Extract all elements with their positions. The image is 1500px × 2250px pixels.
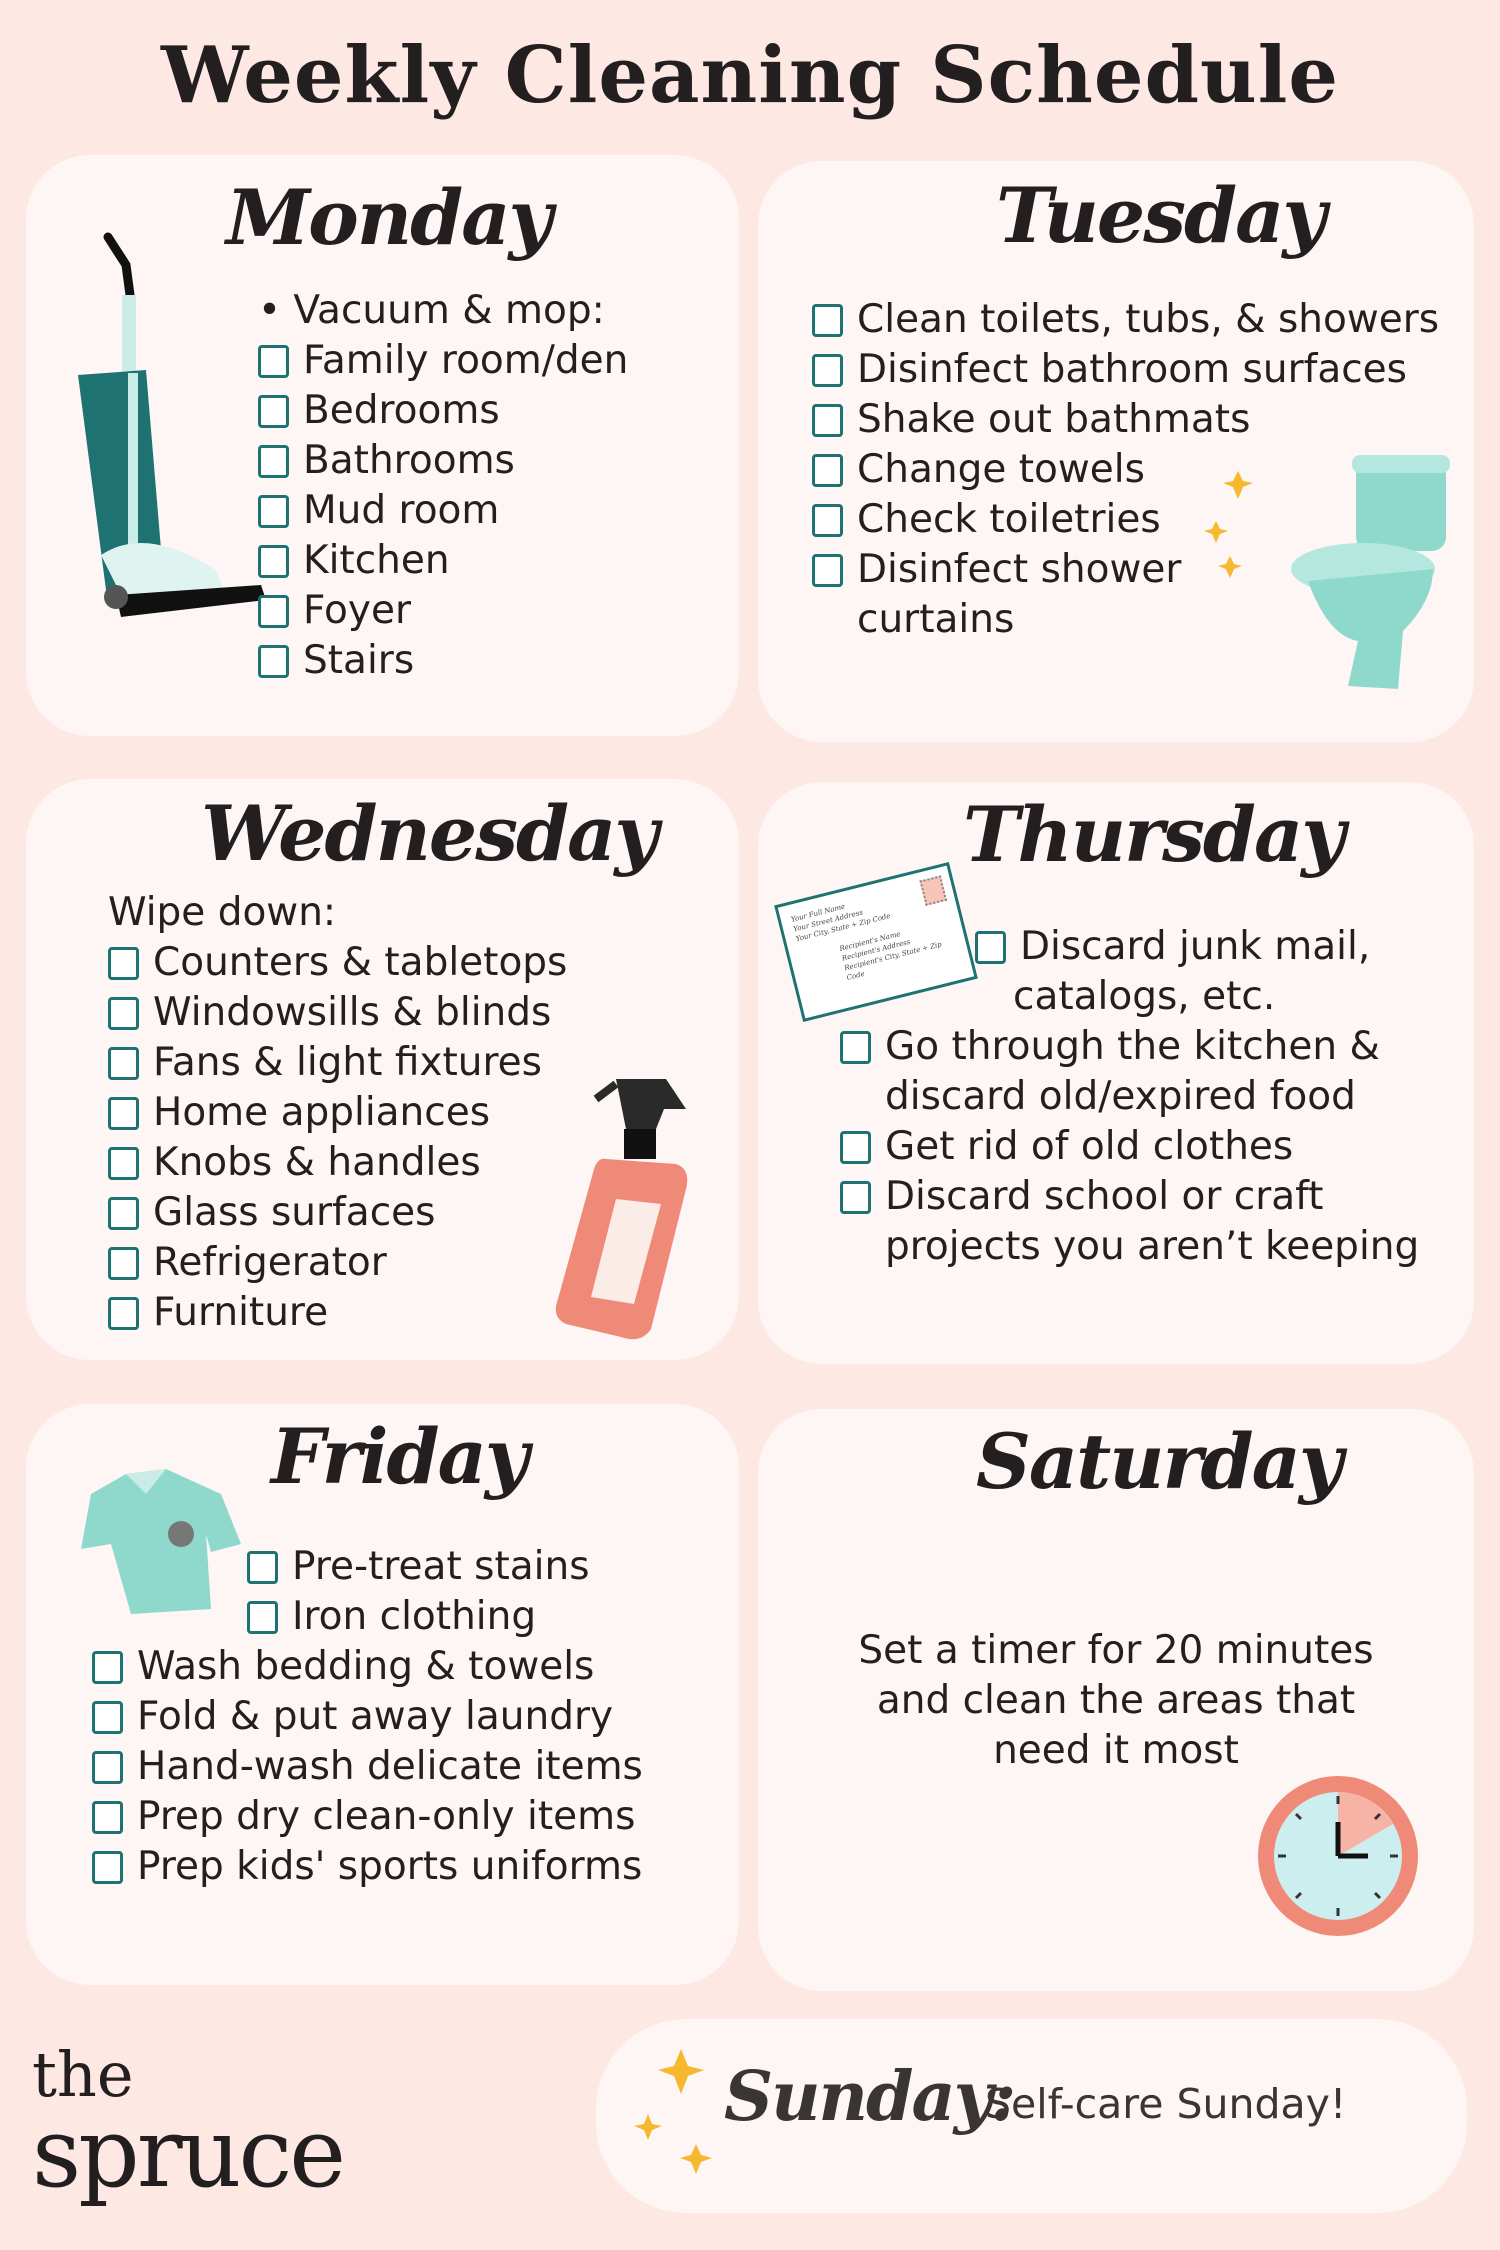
checkbox[interactable] bbox=[258, 644, 289, 678]
wednesday-card: Wednesday Wipe down: Counters & tabletop… bbox=[26, 779, 739, 1360]
checkbox[interactable] bbox=[108, 1296, 139, 1330]
task-item[interactable]: Check toiletries bbox=[812, 495, 1439, 545]
checkbox[interactable] bbox=[108, 1046, 139, 1080]
task-item[interactable]: Fans & light fixtures bbox=[108, 1038, 567, 1088]
checkbox[interactable] bbox=[92, 1700, 123, 1734]
spray-bottle-icon bbox=[555, 1079, 688, 1340]
wednesday-task-list: Wipe down: Counters & tabletops Windowsi… bbox=[108, 888, 567, 1338]
checkbox[interactable] bbox=[247, 1550, 278, 1584]
wednesday-bullet: Wipe down: bbox=[108, 890, 337, 935]
checkbox[interactable] bbox=[247, 1600, 278, 1634]
task-item[interactable]: Change towels bbox=[812, 445, 1439, 495]
friday-card: Friday Pre-treat stains Iron clothing Wa… bbox=[26, 1404, 739, 1985]
task-item[interactable]: Disinfect shower bbox=[812, 545, 1439, 595]
checkbox[interactable] bbox=[258, 594, 289, 628]
checkbox[interactable] bbox=[812, 503, 843, 537]
task-item[interactable]: Discard school or craft bbox=[840, 1172, 1323, 1222]
friday-heading: Friday bbox=[271, 1412, 529, 1501]
vacuum-icon bbox=[78, 232, 266, 617]
friday-task-list: Pre-treat stains Iron clothing Wash bedd… bbox=[92, 1542, 643, 1892]
task-item[interactable]: Bathrooms bbox=[258, 436, 628, 486]
task-item[interactable]: Foyer bbox=[258, 586, 628, 636]
checkbox[interactable] bbox=[92, 1750, 123, 1784]
saturday-heading: Saturday bbox=[976, 1417, 1343, 1506]
checkbox[interactable] bbox=[108, 1246, 139, 1280]
task-item[interactable]: Counters & tabletops bbox=[108, 938, 567, 988]
checkbox[interactable] bbox=[258, 394, 289, 428]
task-item[interactable]: Bedrooms bbox=[258, 386, 628, 436]
checkbox[interactable] bbox=[840, 1030, 871, 1064]
task-item[interactable]: Prep kids' sports uniforms bbox=[92, 1842, 643, 1892]
task-item[interactable]: Knobs & handles bbox=[108, 1138, 567, 1188]
checkbox[interactable] bbox=[812, 303, 843, 337]
page-title: Weekly Cleaning Schedule bbox=[161, 30, 1339, 121]
task-item[interactable]: Mud room bbox=[258, 486, 628, 536]
task-item-continuation: projects you aren’t keeping bbox=[885, 1224, 1420, 1269]
monday-bullet: • Vacuum & mop: bbox=[258, 288, 605, 333]
checkbox[interactable] bbox=[92, 1850, 123, 1884]
task-item[interactable]: Windowsills & blinds bbox=[108, 988, 567, 1038]
task-item[interactable]: Glass surfaces bbox=[108, 1188, 567, 1238]
task-item[interactable]: Get rid of old clothes bbox=[840, 1122, 1293, 1172]
task-item[interactable]: Pre-treat stains bbox=[247, 1542, 643, 1592]
checkbox[interactable] bbox=[258, 444, 289, 478]
task-item[interactable]: Go through the kitchen & bbox=[840, 1022, 1380, 1072]
sunday-card: Sunday: Self-care Sunday! bbox=[596, 2019, 1467, 2213]
task-item[interactable]: Hand-wash delicate items bbox=[92, 1742, 643, 1792]
checkbox[interactable] bbox=[92, 1800, 123, 1834]
saturday-card: Saturday Set a timer for 20 minutes and … bbox=[758, 1409, 1474, 1991]
task-item[interactable]: Wash bedding & towels bbox=[92, 1642, 643, 1692]
thursday-heading: Thursday bbox=[963, 790, 1345, 879]
checkbox[interactable] bbox=[258, 544, 289, 578]
checkbox[interactable] bbox=[108, 996, 139, 1030]
task-item[interactable]: Prep dry clean-only items bbox=[92, 1792, 643, 1842]
sunday-heading: Sunday: bbox=[724, 2057, 1016, 2137]
task-item-continuation: curtains bbox=[857, 597, 1015, 642]
checkbox[interactable] bbox=[92, 1650, 123, 1684]
saturday-text: Set a timer for 20 minutes and clean the… bbox=[858, 1628, 1374, 1773]
task-item-continuation: catalogs, etc. bbox=[1013, 974, 1276, 1019]
monday-card: Monday • Vacuum & mop: Family room/den B… bbox=[26, 155, 739, 736]
sparkle-icon bbox=[634, 2049, 712, 2174]
task-item[interactable]: Family room/den bbox=[258, 336, 628, 386]
envelope-icon: Your Full Name Your Street Address Your … bbox=[774, 862, 978, 1022]
task-item[interactable]: Kitchen bbox=[258, 536, 628, 586]
task-item[interactable]: Clean toilets, tubs, & showers bbox=[812, 295, 1439, 345]
checkbox[interactable] bbox=[840, 1130, 871, 1164]
tuesday-card: Tuesday Clean toilets, tubs, & showers D… bbox=[758, 161, 1474, 742]
task-item[interactable]: Discard junk mail, bbox=[975, 922, 1370, 972]
checkbox[interactable] bbox=[812, 403, 843, 437]
checkbox[interactable] bbox=[812, 353, 843, 387]
thursday-card: Thursday Your Full Name Your Street Addr… bbox=[758, 782, 1474, 1364]
monday-task-list: • Vacuum & mop: Family room/den Bedrooms… bbox=[258, 286, 628, 686]
wednesday-heading: Wednesday bbox=[201, 789, 659, 878]
checkbox[interactable] bbox=[812, 553, 843, 587]
sunday-text: Self-care Sunday! bbox=[985, 2080, 1347, 2128]
tuesday-heading: Tuesday bbox=[996, 171, 1327, 260]
checkbox[interactable] bbox=[108, 946, 139, 980]
task-item[interactable]: Shake out bathmats bbox=[812, 395, 1439, 445]
task-item[interactable]: Iron clothing bbox=[247, 1592, 643, 1642]
checkbox[interactable] bbox=[108, 1096, 139, 1130]
task-item-continuation: discard old/expired food bbox=[885, 1074, 1356, 1119]
task-item[interactable]: Refrigerator bbox=[108, 1238, 567, 1288]
checkbox[interactable] bbox=[108, 1196, 139, 1230]
checkbox[interactable] bbox=[812, 453, 843, 487]
checkbox[interactable] bbox=[840, 1180, 871, 1214]
task-item[interactable]: Disinfect bathroom surfaces bbox=[812, 345, 1439, 395]
task-item[interactable]: Furniture bbox=[108, 1288, 567, 1338]
task-item[interactable]: Home appliances bbox=[108, 1088, 567, 1138]
tuesday-task-list: Clean toilets, tubs, & showers Disinfect… bbox=[812, 295, 1439, 645]
checkbox[interactable] bbox=[258, 494, 289, 528]
checkbox[interactable] bbox=[975, 930, 1006, 964]
checkbox[interactable] bbox=[258, 344, 289, 378]
task-item[interactable]: Fold & put away laundry bbox=[92, 1692, 643, 1742]
task-item[interactable]: Stairs bbox=[258, 636, 628, 686]
timer-clock-icon bbox=[1258, 1776, 1418, 1936]
the-spruce-logo: the spruce bbox=[32, 2038, 346, 2209]
checkbox[interactable] bbox=[108, 1146, 139, 1180]
monday-heading: Monday bbox=[226, 173, 553, 262]
